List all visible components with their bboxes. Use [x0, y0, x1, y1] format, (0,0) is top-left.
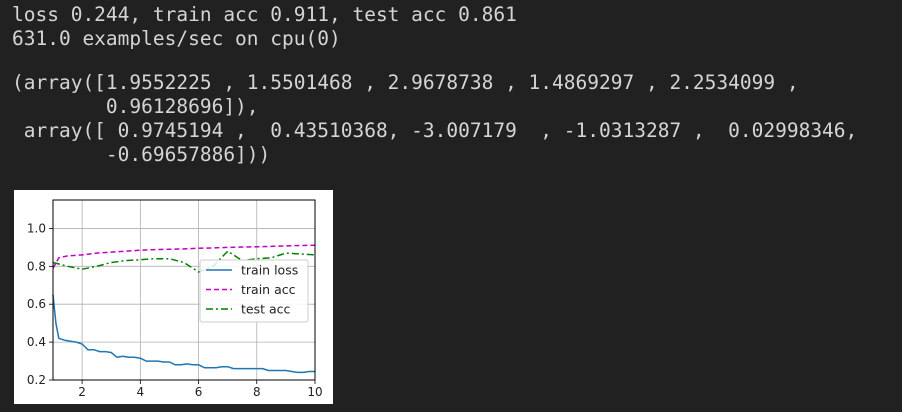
- y-tick-label: 0.8: [27, 259, 46, 273]
- legend-label: train acc: [241, 282, 296, 297]
- status-line-throughput: 631.0 examples/sec on cpu(0): [12, 27, 341, 50]
- y-tick-label: 0.6: [27, 297, 46, 311]
- x-tick-label: 4: [137, 385, 145, 399]
- x-tick-label: 6: [195, 385, 203, 399]
- legend-label: train loss: [241, 263, 298, 278]
- y-tick-label: 0.4: [27, 335, 46, 349]
- status-line-loss: loss 0.244, train acc 0.911, test acc 0.…: [12, 3, 517, 26]
- array-line-4: -0.69657886])): [12, 143, 271, 166]
- y-tick-label: 1.0: [27, 221, 46, 235]
- legend-label: test acc: [241, 302, 291, 317]
- array-line-3: array([ 0.9745194 , 0.43510368, -3.00717…: [12, 119, 858, 142]
- training-status-output: loss 0.244, train acc 0.911, test acc 0.…: [12, 3, 517, 51]
- y-tick-label: 0.2: [27, 373, 46, 387]
- array-line-2: 0.96128696]),: [12, 95, 259, 118]
- x-tick-label: 2: [78, 385, 86, 399]
- training-curves-chart: 2 4 6 8 10 0.2 0.4 0.6 0.8 1.0 train loss train ac…: [27, 199, 323, 399]
- notebook-output-area: loss 0.244, train acc 0.911, test acc 0.…: [0, 0, 902, 412]
- x-tick-label: 8: [253, 385, 261, 399]
- array-output: (array([1.9552225 , 1.5501468 , 2.967873…: [12, 71, 857, 167]
- array-line-1: (array([1.9552225 , 1.5501468 , 2.967873…: [12, 71, 799, 94]
- training-plot: 2 4 6 8 10 0.2 0.4 0.6 0.8 1.0 train loss train ac…: [14, 190, 333, 404]
- x-tick-label: 10: [307, 385, 322, 399]
- legend: train loss train acc test acc: [199, 259, 309, 323]
